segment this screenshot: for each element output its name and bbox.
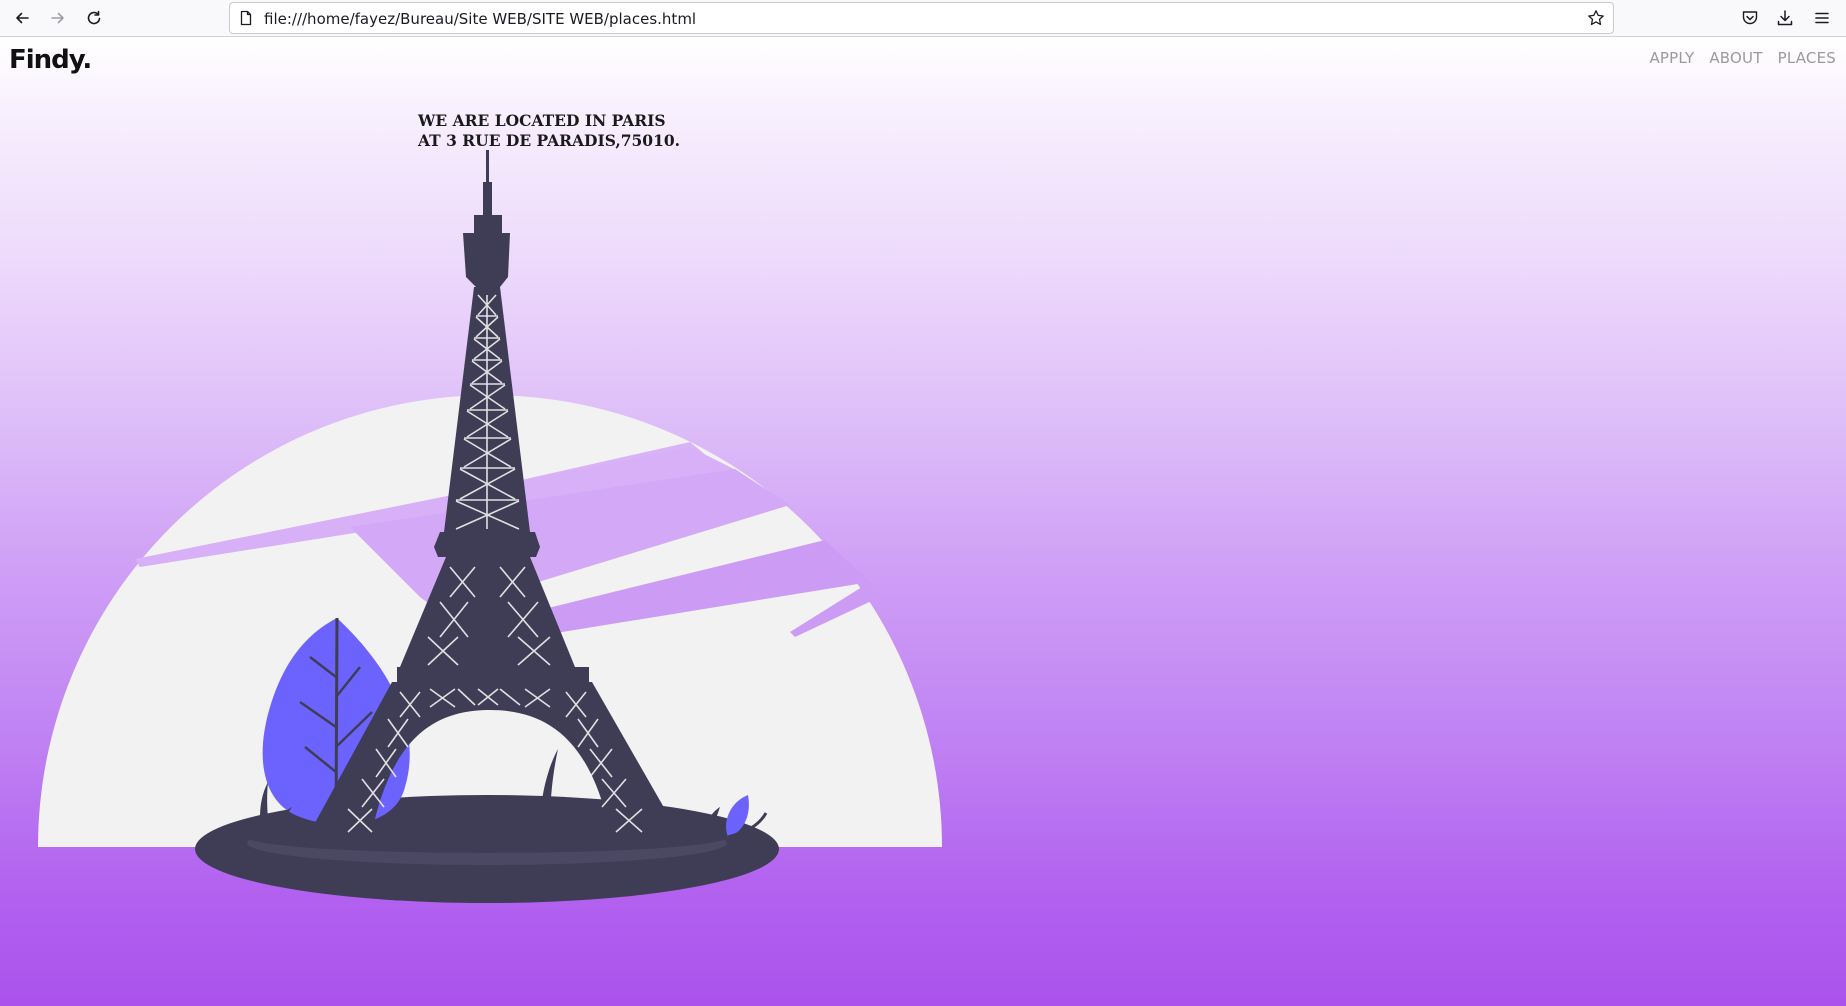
page-icon: [240, 10, 252, 26]
reload-icon: [87, 10, 101, 25]
pocket-button[interactable]: [1738, 6, 1762, 30]
eiffel-tower-illustration: [38, 150, 942, 903]
url-text[interactable]: file:///home/fayez/Bureau/Site WEB/SITE …: [264, 10, 696, 28]
location-caption: WE ARE LOCATED IN PARIS AT 3 RUE DE PARA…: [418, 111, 680, 151]
location-line-1: WE ARE LOCATED IN PARIS: [418, 111, 666, 130]
nav-link-about[interactable]: ABOUT: [1709, 49, 1762, 67]
forward-button[interactable]: [44, 5, 72, 31]
reload-button[interactable]: [80, 5, 108, 31]
nav-link-places[interactable]: PLACES: [1778, 49, 1836, 67]
menu-icon: [1815, 12, 1829, 24]
back-button[interactable]: [8, 5, 36, 31]
site-logo[interactable]: Findy.: [9, 45, 92, 75]
page-viewport: Findy. APPLY ABOUT PLACES WE ARE LOCATED…: [0, 37, 1846, 1006]
app-menu-button[interactable]: [1810, 6, 1834, 30]
forward-icon: [51, 12, 64, 24]
site-nav: APPLY ABOUT PLACES: [1649, 49, 1836, 67]
pocket-icon: [1742, 11, 1758, 25]
back-icon: [16, 12, 29, 24]
bookmark-star-icon[interactable]: [1587, 9, 1605, 27]
browser-toolbar: file:///home/fayez/Bureau/Site WEB/SITE …: [0, 0, 1846, 37]
url-bar[interactable]: file:///home/fayez/Bureau/Site WEB/SITE …: [229, 2, 1614, 34]
nav-link-apply[interactable]: APPLY: [1649, 49, 1694, 67]
ground-island: [195, 795, 779, 903]
download-icon: [1777, 10, 1793, 26]
location-line-2: AT 3 RUE DE PARADIS,75010.: [418, 131, 681, 150]
downloads-button[interactable]: [1773, 6, 1797, 30]
